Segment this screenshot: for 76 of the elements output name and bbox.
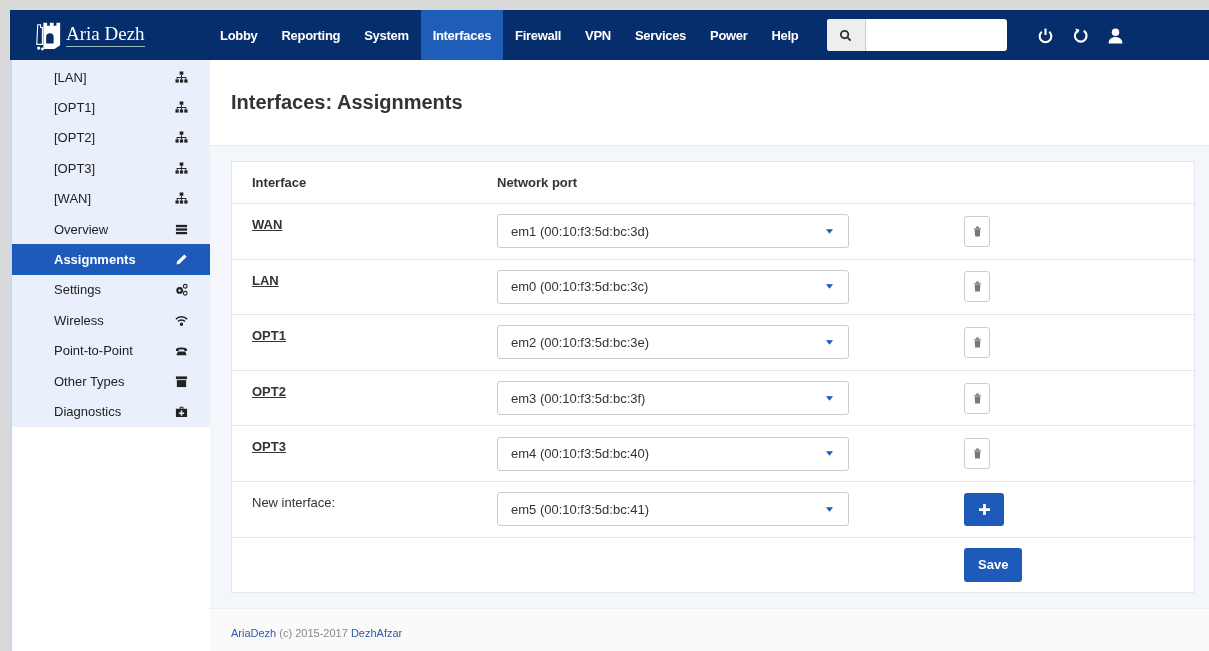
caret-icon xyxy=(826,506,833,512)
sidebar-item[interactable]: [LAN] xyxy=(12,62,210,93)
port-dropdown[interactable]: em0 (00:10:f3:5d:bc:3c) xyxy=(497,269,849,304)
nav-item[interactable]: Power xyxy=(698,10,760,60)
save-button[interactable]: Save xyxy=(964,547,1023,582)
nav-item[interactable]: VPN xyxy=(573,10,623,60)
caret-icon xyxy=(826,228,833,234)
sidebar-item[interactable]: [OPT1] xyxy=(12,92,210,123)
interface-link[interactable]: WAN xyxy=(252,217,283,232)
interface-link[interactable]: OPT2 xyxy=(252,383,286,399)
refresh-icon[interactable] xyxy=(1071,26,1089,44)
interface-link[interactable]: LAN xyxy=(252,272,279,288)
caret-icon xyxy=(826,451,833,457)
footer-link[interactable]: DezhAfzar xyxy=(350,627,403,640)
list-icon xyxy=(175,222,188,236)
sidebar-item[interactable]: Settings xyxy=(12,274,210,306)
user-icon[interactable] xyxy=(1106,26,1124,44)
plus-icon xyxy=(978,503,990,515)
nav-item[interactable]: Firewall xyxy=(503,10,574,60)
sitemap-icon xyxy=(175,101,188,115)
delete-button[interactable] xyxy=(964,271,990,303)
port-dropdown[interactable]: em3 (00:10:f3:5d:bc:3f) xyxy=(497,381,849,416)
port-dropdown[interactable]: em5 (00:10:f3:5d:bc:41) xyxy=(497,492,849,527)
search-field[interactable] xyxy=(826,19,1007,51)
sitemap-icon xyxy=(175,70,188,84)
interface-link[interactable]: OPT3 xyxy=(252,439,286,455)
delete-button[interactable] xyxy=(964,327,990,358)
nav-item[interactable]: Lobby xyxy=(208,10,270,60)
medkit-icon xyxy=(175,405,188,418)
delete-button[interactable] xyxy=(964,215,990,247)
caret-icon xyxy=(826,395,833,401)
trash-icon xyxy=(972,448,982,460)
sidebar-item[interactable]: Other Types xyxy=(12,365,210,397)
sidebar-item[interactable]: [OPT3] xyxy=(12,153,210,184)
nav-item[interactable]: System xyxy=(352,10,421,60)
sitemap-icon xyxy=(175,192,188,206)
caret-icon xyxy=(826,284,833,290)
interface-link[interactable]: OPT1 xyxy=(252,328,286,344)
brand-name[interactable]: Aria Dezh xyxy=(66,23,145,47)
gears-icon xyxy=(175,283,188,297)
caret-icon xyxy=(826,340,833,345)
nav-item[interactable]: Services xyxy=(622,10,698,60)
add-button[interactable] xyxy=(964,492,1004,526)
trash-icon xyxy=(972,281,982,293)
sidebar-item[interactable]: Assignments xyxy=(12,244,210,275)
page-title: Interfaces: Assignments xyxy=(231,91,463,114)
sidebar-item[interactable]: Wireless xyxy=(12,305,210,336)
column-header: Network port xyxy=(497,175,578,190)
nav-item[interactable]: Help xyxy=(759,10,811,60)
sidebar-item[interactable]: [WAN] xyxy=(12,183,210,214)
delete-button[interactable] xyxy=(964,438,990,470)
trash-icon xyxy=(972,225,982,237)
wifi-icon xyxy=(175,313,188,327)
sidebar-item[interactable]: [OPT2] xyxy=(12,122,210,154)
column-header: Interface xyxy=(252,175,307,190)
port-dropdown[interactable]: em1 (00:10:f3:5d:bc:3d) xyxy=(497,214,849,249)
sidebar-item[interactable]: Diagnostics xyxy=(12,396,210,427)
footer-text: AriaDezh (c) 2015-2017 DezhAfzar xyxy=(231,627,403,640)
delete-button[interactable] xyxy=(964,382,990,414)
trash-icon xyxy=(972,392,982,404)
sitemap-icon xyxy=(175,131,188,145)
footer-link[interactable]: AriaDezh xyxy=(231,627,277,640)
port-dropdown[interactable]: em2 (00:10:f3:5d:bc:3e) xyxy=(497,325,849,360)
new-interface-label: New interface: xyxy=(252,494,336,510)
nav-item[interactable]: Reporting xyxy=(269,10,353,60)
sidebar-item[interactable]: Point-to-Point xyxy=(12,335,210,366)
sidebar-item[interactable]: Overview xyxy=(12,213,210,245)
archive-icon xyxy=(175,374,188,388)
trash-icon xyxy=(972,337,982,348)
port-dropdown[interactable]: em4 (00:10:f3:5d:bc:40) xyxy=(497,436,849,471)
pencil-icon xyxy=(175,253,188,267)
search-icon xyxy=(839,28,852,42)
sitemap-icon xyxy=(175,161,188,175)
power-icon[interactable] xyxy=(1036,26,1054,44)
phone-icon xyxy=(175,344,188,358)
nav-item[interactable]: Interfaces xyxy=(420,10,504,60)
